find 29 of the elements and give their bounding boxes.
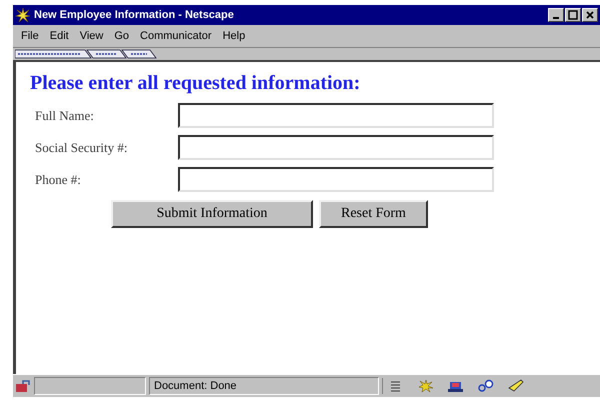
menu-item[interactable]: Go: [114, 30, 130, 42]
input-field[interactable]: [178, 103, 494, 128]
star-burst-icon[interactable]: [417, 379, 435, 393]
menu-item[interactable]: Help: [222, 30, 246, 42]
field-label: Full Name:: [35, 108, 95, 124]
menu-item[interactable]: Communicator: [140, 30, 212, 42]
field-label: Phone #:: [35, 172, 82, 188]
star-burst-icon: [15, 7, 31, 23]
minimize-button[interactable]: [548, 8, 564, 22]
lock-icon[interactable]: [15, 379, 31, 393]
mailbox-icon[interactable]: [447, 379, 465, 393]
people-icon[interactable]: [477, 379, 495, 393]
menu-item[interactable]: Edit: [50, 30, 69, 42]
menu-item[interactable]: File: [21, 30, 39, 42]
status-text: Document: Done: [154, 380, 237, 392]
field-label: Social Security #:: [35, 140, 128, 156]
input-field[interactable]: [178, 135, 494, 160]
close-button[interactable]: [582, 8, 598, 22]
minimize-icon: [553, 17, 559, 19]
menu-item[interactable]: View: [80, 30, 104, 42]
reset-button[interactable]: Reset Form: [319, 200, 428, 228]
input-field[interactable]: [178, 167, 494, 192]
page-heading: Please enter all requested information:: [30, 72, 362, 95]
close-icon: [585, 10, 595, 20]
submit-button[interactable]: Submit Information: [111, 200, 313, 228]
window-title: New Employee Information - Netscape: [34, 9, 235, 21]
maximize-icon: [568, 10, 578, 20]
pencil-icon[interactable]: [507, 379, 525, 393]
maximize-button[interactable]: [565, 8, 581, 22]
